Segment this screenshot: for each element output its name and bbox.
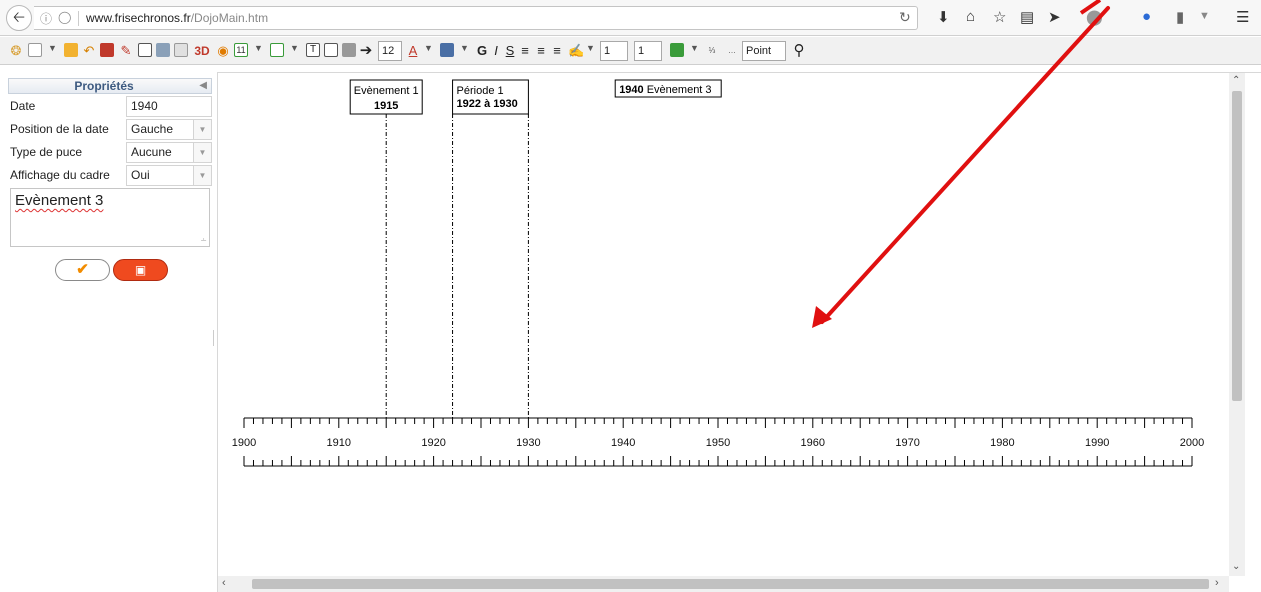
scroll-up-icon[interactable]: ⌃	[1232, 75, 1240, 86]
annotation-arrow	[812, 0, 1110, 328]
timeline-events[interactable]: Evènement 1 1915 Période 11922 à 1930 1940 …	[349, 79, 722, 418]
event-date: 1940	[619, 84, 647, 96]
ruler-year-label: 1960	[801, 437, 825, 449]
ruler-year-label: 1950	[706, 437, 730, 449]
ruler-year-label: 1920	[421, 437, 445, 449]
event-title: Evènement 3	[647, 84, 712, 96]
event-date: 1915	[374, 100, 398, 112]
scroll-right-icon[interactable]: ›	[1215, 577, 1219, 589]
period-dates: 1922 à 1930	[457, 98, 518, 110]
ruler-year-label: 1990	[1085, 437, 1109, 449]
ruler-year-label: 2000	[1180, 437, 1204, 449]
vertical-scroll-thumb[interactable]	[1232, 91, 1242, 401]
ruler-year-label: 1930	[516, 437, 540, 449]
vertical-scrollbar[interactable]: ⌃ ⌄	[1229, 73, 1245, 576]
ruler-year-label: 1940	[611, 437, 635, 449]
horizontal-scroll-thumb[interactable]	[252, 579, 1209, 589]
ruler-year-label: 1980	[990, 437, 1014, 449]
event-inline-label: 1940 Evènement 3	[619, 84, 711, 96]
horizontal-scrollbar[interactable]: ‹ ›	[218, 576, 1229, 592]
event-title: Evènement 1	[354, 85, 419, 97]
period-title: Période 1	[457, 85, 504, 97]
ruler-year-label: 1910	[327, 437, 351, 449]
timeline-ruler[interactable]: 1900 1910 1920 1930 1940 1950 1960 1970 1980 1990…	[232, 417, 1204, 467]
ruler-year-label: 1900	[232, 437, 256, 449]
ruler-year-label: 1970	[895, 437, 919, 449]
timeline-drawing: 1900 1910 1920 1930 1940 1950 1960 1970 1980 1990…	[232, 0, 1204, 467]
scroll-left-icon[interactable]: ‹	[222, 577, 226, 589]
scroll-down-icon[interactable]: ⌄	[1232, 561, 1240, 572]
